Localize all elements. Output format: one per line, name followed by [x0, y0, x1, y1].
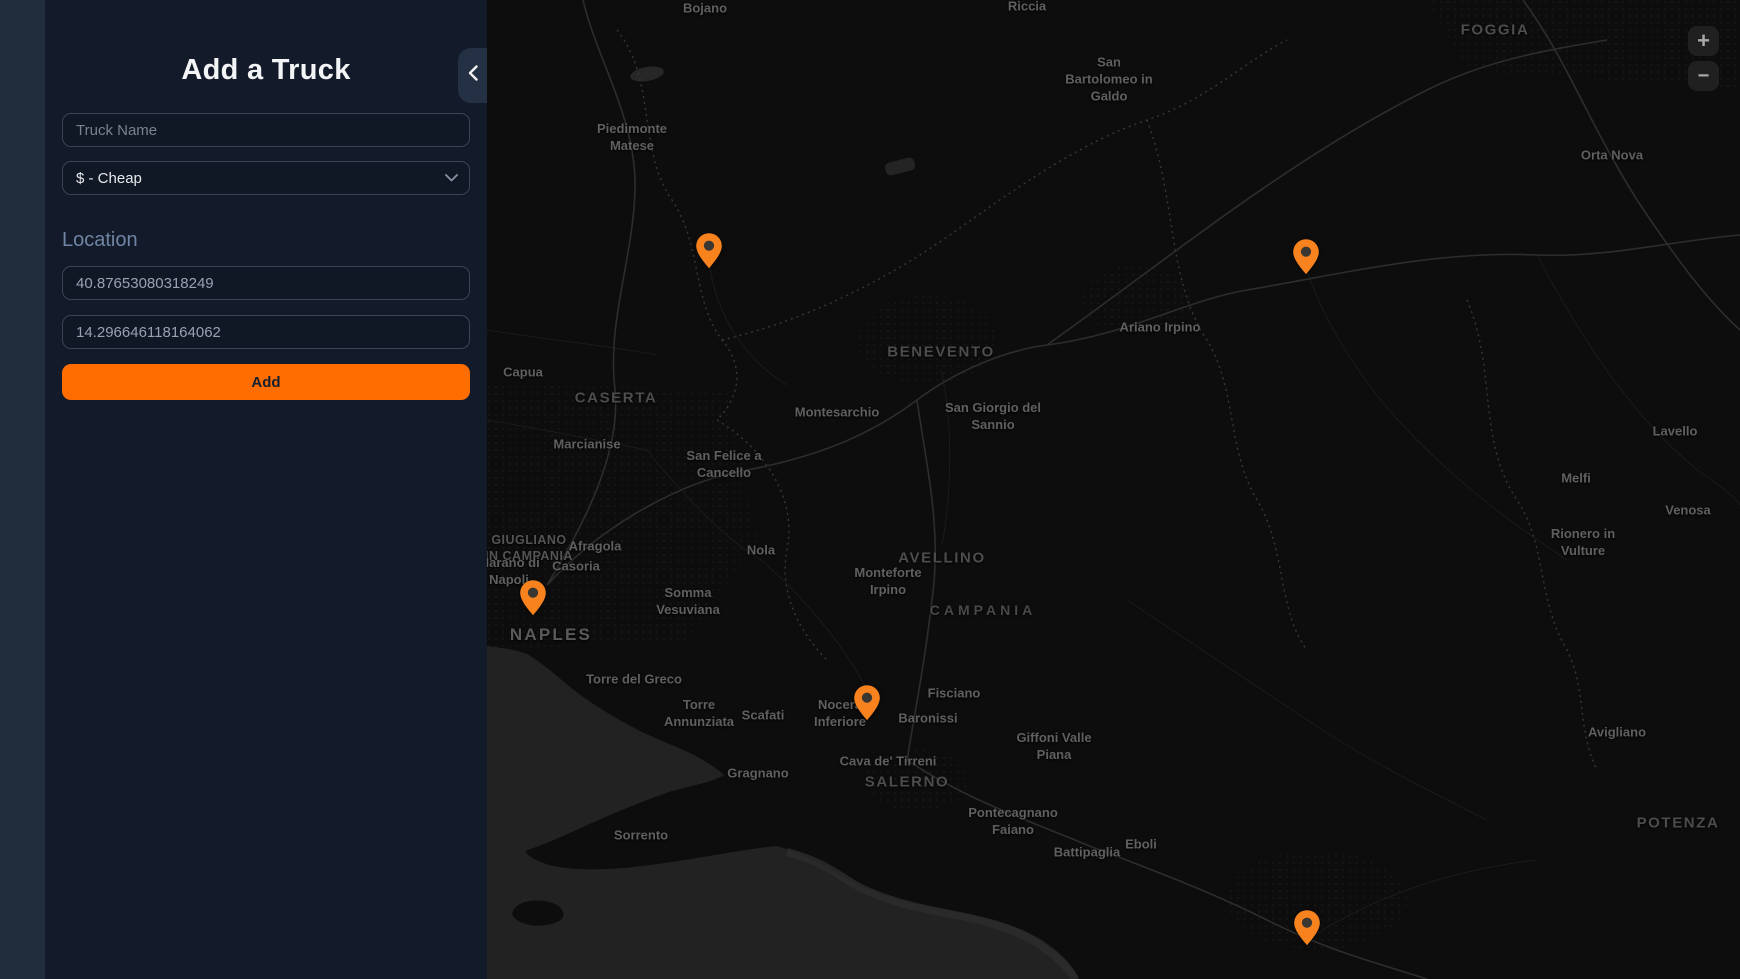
sidebar-rail: [0, 0, 45, 979]
map-zoom-controls: + −: [1688, 26, 1719, 91]
price-select-wrap: $ - Cheap: [62, 161, 470, 195]
truck-name-input[interactable]: [62, 113, 470, 147]
map-canvas[interactable]: BojanoRicciaFOGGIASan Bartolomeo in Gald…: [487, 0, 1740, 979]
add-truck-form: Add a Truck $ - Cheap Location Add: [62, 0, 470, 400]
add-truck-sidebar: Add a Truck $ - Cheap Location Add: [0, 0, 487, 979]
map-marker[interactable]: [519, 579, 547, 616]
chevron-left-icon: [468, 65, 478, 86]
zoom-in-button[interactable]: +: [1688, 26, 1719, 56]
map-marker[interactable]: [853, 684, 881, 721]
page-title: Add a Truck: [62, 52, 470, 88]
app-window: Add a Truck $ - Cheap Location Add: [0, 0, 1740, 979]
map-marker[interactable]: [1293, 909, 1321, 946]
zoom-out-button[interactable]: −: [1688, 61, 1719, 91]
location-heading: Location: [62, 228, 470, 252]
latitude-input[interactable]: [62, 266, 470, 300]
map-marker[interactable]: [695, 232, 723, 269]
longitude-input[interactable]: [62, 315, 470, 349]
map-base-layer: [487, 0, 1740, 979]
map-marker[interactable]: [1292, 238, 1320, 275]
sidebar-collapse-button[interactable]: [458, 48, 487, 103]
price-select-value: $ - Cheap: [76, 170, 142, 187]
add-button[interactable]: Add: [62, 364, 470, 400]
chevron-down-icon: [445, 174, 458, 182]
price-select[interactable]: $ - Cheap: [62, 161, 470, 195]
